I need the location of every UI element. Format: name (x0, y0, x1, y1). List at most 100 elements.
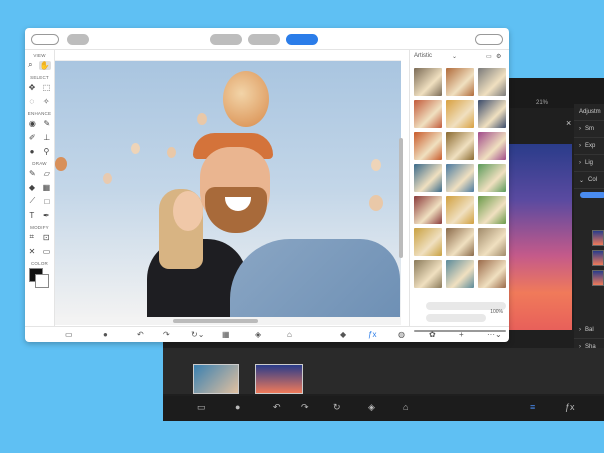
secondary-dropdown[interactable] (67, 34, 89, 45)
undo-icon[interactable]: ↶ (273, 402, 281, 413)
eraser-icon[interactable]: ▱ (44, 169, 50, 178)
stamp-icon[interactable]: ⊥ (43, 133, 50, 142)
redo-icon[interactable]: ↷ (163, 330, 170, 339)
rotate-icon[interactable]: ↻ (333, 402, 341, 413)
mode-tab-active[interactable] (286, 34, 318, 45)
canvas-photo[interactable] (55, 61, 401, 317)
style-thumbnail[interactable] (446, 260, 474, 288)
shape-icon[interactable]: □ (45, 197, 50, 206)
background-color[interactable] (35, 274, 49, 288)
adjust-icon[interactable]: ◈ (255, 330, 261, 339)
crop-icon[interactable]: ⌗ (29, 232, 34, 242)
bucket-icon[interactable]: ◆ (29, 183, 35, 192)
recompose-icon[interactable]: ⊡ (43, 233, 50, 242)
thumb[interactable] (592, 230, 604, 246)
add-icon[interactable]: + (459, 330, 464, 339)
style-thumbnail[interactable] (478, 196, 506, 224)
panel-row[interactable]: › Exp (574, 138, 604, 155)
fx-icon[interactable]: ƒx (368, 330, 376, 339)
style-thumbnail[interactable] (478, 164, 506, 192)
brush-icon[interactable]: ✐ (29, 133, 36, 142)
filter-icon[interactable]: ◍ (398, 330, 405, 339)
man-denim-jacket (230, 239, 400, 317)
photo-bin-icon[interactable]: ▭ (65, 330, 73, 339)
rotate-icon[interactable]: ↻⌄ (191, 330, 204, 339)
thumb[interactable] (592, 250, 604, 266)
zoom-icon[interactable]: ⌕ (28, 60, 32, 70)
panel-slider[interactable] (580, 192, 604, 198)
straighten-icon[interactable]: ▭ (43, 247, 51, 256)
home-icon[interactable]: ⌂ (403, 402, 408, 412)
panel-row[interactable]: › Bal (574, 322, 604, 339)
color-swatches[interactable] (29, 268, 51, 290)
chevron-down-icon[interactable]: ⌄ (452, 53, 457, 60)
style-thumbnail[interactable] (478, 132, 506, 160)
hand-icon[interactable]: ✋ (38, 60, 51, 70)
magic-wand-icon[interactable]: ✧ (43, 97, 50, 106)
more-icon[interactable]: ···⌄ (487, 330, 502, 339)
hot-air-balloon (103, 173, 112, 184)
lasso-icon[interactable]: ◌ (29, 97, 34, 106)
home-icon[interactable]: ⌂ (287, 330, 292, 339)
thumb[interactable] (592, 270, 604, 286)
dark-thumb-stack (592, 230, 604, 290)
transform-icon[interactable]: ✕ (29, 247, 36, 256)
right-dropdown[interactable] (475, 34, 503, 45)
style-thumbnail[interactable] (446, 164, 474, 192)
sliders-icon[interactable]: ≡ (530, 402, 535, 412)
timeline-clip[interactable] (193, 364, 239, 394)
eyedropper-icon[interactable]: ⟋ (30, 196, 36, 206)
style-thumbnail[interactable] (478, 228, 506, 256)
style-thumbnail[interactable] (478, 68, 506, 96)
folder-icon[interactable]: ▭ (197, 402, 206, 413)
folder-icon[interactable]: ▭ (486, 53, 492, 60)
style-thumbnail[interactable] (478, 100, 506, 128)
style-thumbnail[interactable] (414, 260, 442, 288)
panel-row[interactable]: › Sm (574, 121, 604, 138)
undo-icon[interactable]: ↶ (137, 330, 144, 339)
move-icon[interactable]: ✥ (29, 83, 36, 92)
layout-icon[interactable]: ▦ (222, 330, 230, 339)
pencil-icon[interactable]: ✎ (43, 119, 50, 128)
hot-air-balloon (167, 147, 176, 158)
panel-row[interactable]: ⌄ Col (574, 172, 604, 189)
left-dropdown[interactable] (31, 34, 59, 45)
record-icon[interactable]: ● (103, 330, 108, 339)
layers-icon[interactable]: ◆ (340, 330, 346, 339)
redo-icon[interactable]: ↷ (301, 402, 309, 413)
drop-icon[interactable]: ● (30, 147, 35, 156)
graphics-icon[interactable]: ✿ (429, 330, 436, 339)
style-thumbnail[interactable] (414, 132, 442, 160)
pen-icon[interactable]: ✒ (43, 211, 50, 220)
style-thumbnail[interactable] (446, 196, 474, 224)
style-thumbnail[interactable] (414, 68, 442, 96)
marquee-icon[interactable]: ⬚ (43, 83, 51, 92)
mode-tab-1[interactable] (210, 34, 242, 45)
panel-row[interactable]: › Lig (574, 155, 604, 172)
text-icon[interactable]: T (29, 211, 34, 220)
style-thumbnail[interactable] (446, 132, 474, 160)
style-thumbnail[interactable] (446, 68, 474, 96)
horizontal-scrollbar[interactable] (55, 317, 401, 325)
vertical-scrollbar[interactable] (399, 138, 403, 258)
style-thumbnail[interactable] (478, 260, 506, 288)
paintbrush-icon[interactable]: ✎ (29, 169, 36, 178)
style-thumbnail[interactable] (414, 196, 442, 224)
fx-icon[interactable]: ƒx (565, 402, 575, 412)
sponge-icon[interactable]: ⚲ (44, 147, 50, 156)
record-icon[interactable]: ● (235, 402, 240, 412)
adjust-icon[interactable]: ◈ (368, 402, 375, 413)
eye-icon[interactable]: ◉ (29, 119, 36, 128)
style-thumbnail[interactable] (446, 100, 474, 128)
settings-icon[interactable]: ⚙ (496, 53, 501, 60)
mode-tab-2[interactable] (248, 34, 280, 45)
style-thumbnail[interactable] (414, 164, 442, 192)
scrollbar-thumb[interactable] (173, 319, 258, 323)
gradient-icon[interactable]: ▦ (43, 183, 51, 192)
close-icon[interactable]: × (566, 118, 571, 128)
timeline-clip[interactable] (255, 364, 303, 394)
style-thumbnail[interactable] (414, 228, 442, 256)
style-thumbnail[interactable] (446, 228, 474, 256)
option-row[interactable] (426, 314, 486, 322)
style-thumbnail[interactable] (414, 100, 442, 128)
